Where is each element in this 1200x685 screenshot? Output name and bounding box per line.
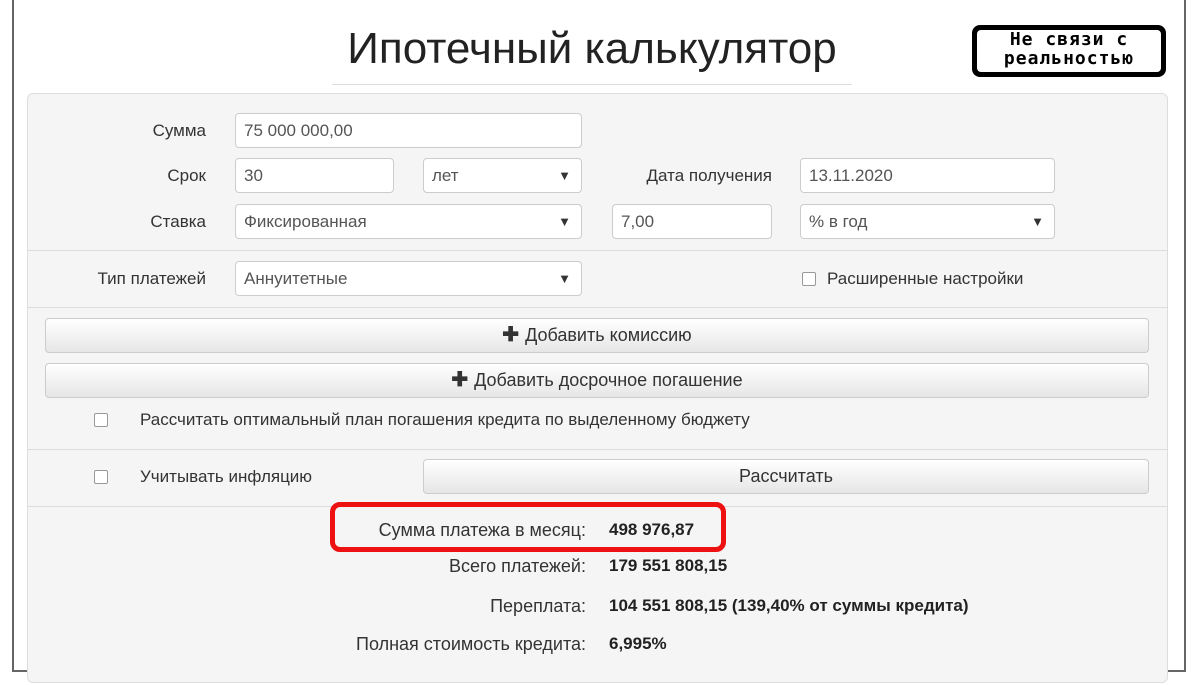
advanced-settings-label: Расширенные настройки — [827, 269, 1024, 288]
term-unit-value: лет — [432, 166, 459, 185]
payment-type-value: Аннуитетные — [244, 269, 348, 288]
chevron-down-icon: ▼ — [558, 271, 571, 286]
page-title: Ипотечный калькулятор — [332, 18, 852, 85]
add-early-repayment-label: Добавить досрочное погашение — [474, 370, 743, 390]
optimal-plan-label: Рассчитать оптимальный план погашения кр… — [140, 410, 750, 429]
full-cost-label: Полная стоимость кредита: — [356, 634, 586, 654]
overpayment-value: 104 551 808,15 (139,40% от суммы кредита… — [609, 596, 969, 615]
plus-icon: ✚ — [451, 369, 469, 391]
amount-input[interactable]: 75 000 000,00 — [235, 113, 582, 148]
total-payments-label: Всего платежей: — [448, 556, 586, 576]
full-cost-value: 6,995% — [609, 634, 667, 653]
payment-type-label: Тип платежей — [97, 269, 206, 288]
calculate-button[interactable]: Рассчитать — [423, 459, 1149, 494]
chevron-down-icon: ▼ — [558, 168, 571, 183]
date-input[interactable]: 13.11.2020 — [800, 158, 1055, 193]
chevron-down-icon: ▼ — [1031, 214, 1044, 229]
rate-type-value: Фиксированная — [244, 212, 367, 231]
rate-unit-select[interactable]: % в год ▼ — [800, 204, 1055, 239]
amount-label: Сумма — [152, 121, 206, 140]
payment-type-select[interactable]: Аннуитетные ▼ — [235, 261, 582, 296]
stamp-line-2: реальностью — [1003, 48, 1135, 69]
stamp-line-1: Не связи с — [1009, 29, 1129, 50]
rate-type-select[interactable]: Фиксированная ▼ — [235, 204, 582, 239]
divider — [28, 250, 1168, 251]
chevron-down-icon: ▼ — [558, 214, 571, 229]
overpayment-label: Переплата: — [490, 596, 586, 616]
rate-input[interactable]: 7,00 — [612, 204, 772, 239]
inflation-checkbox[interactable] — [94, 470, 108, 484]
term-input[interactable]: 30 — [235, 158, 394, 193]
add-commission-label: Добавить комиссию — [525, 325, 692, 345]
divider — [28, 307, 1168, 308]
term-label: Срок — [167, 166, 206, 185]
divider — [28, 449, 1168, 450]
rate-label: Ставка — [150, 212, 206, 231]
rate-unit-value: % в год — [809, 212, 868, 231]
add-early-repayment-button[interactable]: ✚ Добавить досрочное погашение — [45, 363, 1149, 398]
optimal-plan-checkbox[interactable] — [94, 413, 108, 427]
inflation-label: Учитывать инфляцию — [140, 467, 313, 486]
date-label: Дата получения — [646, 166, 772, 185]
advanced-settings-checkbox[interactable] — [802, 272, 816, 286]
highlight-annotation — [330, 502, 726, 552]
add-commission-button[interactable]: ✚ Добавить комиссию — [45, 318, 1149, 353]
plus-icon: ✚ — [502, 324, 520, 346]
term-unit-select[interactable]: лет ▼ — [423, 158, 582, 193]
stamp-badge: Не связи с реальностью — [972, 25, 1166, 77]
total-payments-value: 179 551 808,15 — [609, 556, 728, 575]
